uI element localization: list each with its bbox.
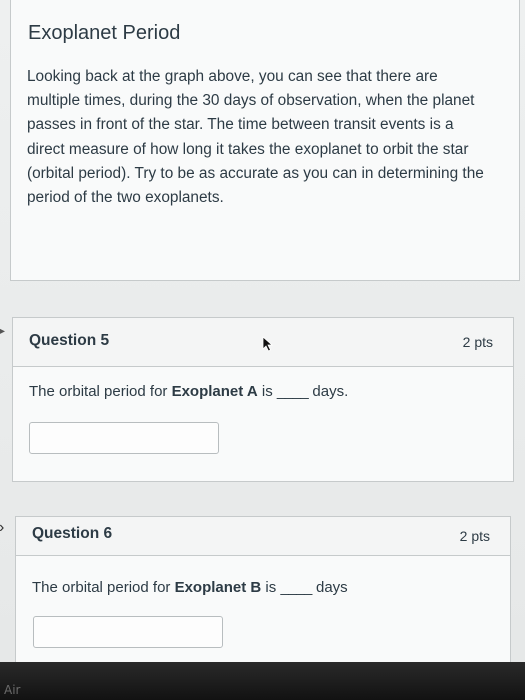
chevron-right-icon: › (0, 519, 4, 537)
intro-line: period of the two exoplanets. (27, 189, 224, 207)
question-text-middle: is (257, 383, 277, 400)
intro-line: multiple times, during the 30 days of ob… (27, 92, 475, 110)
intro-line: Looking back at the graph above, you can… (27, 68, 438, 85)
question-text-suffix: days (311, 579, 348, 596)
intro-line: (orbital period). Try to be as accurate … (27, 164, 484, 182)
question-text: The orbital period for Exoplanet B is __… (32, 579, 348, 596)
intro-paragraph: Looking back at the graph above, you can… (27, 65, 497, 210)
points-label: 2 pts (459, 528, 490, 544)
question-subject: Exoplanet B (174, 579, 262, 596)
points-label: 2 pts (462, 334, 493, 350)
question-title: Question 6 (32, 525, 113, 542)
answer-input[interactable] (29, 422, 219, 454)
question-marker-icon: ▸ (0, 322, 6, 338)
laptop-bezel (0, 662, 525, 700)
question-text: The orbital period for Exoplanet A is __… (29, 383, 348, 400)
browser-screen: Exoplanet Period Looking back at the gra… (0, 0, 525, 668)
section-title: Exoplanet Period (28, 22, 181, 44)
answer-blank: ____ (276, 383, 309, 400)
intro-card: Exoplanet Period Looking back at the gra… (10, 0, 520, 281)
question-text-middle: is (261, 579, 281, 596)
mouse-cursor-icon (262, 336, 274, 352)
question-text-prefix: The orbital period for (29, 383, 172, 400)
intro-line: direct measure of how long it takes the … (27, 140, 469, 158)
bezel-label: Air (4, 683, 21, 697)
intro-line: passes in front of the star. The time be… (27, 116, 454, 134)
answer-input[interactable] (33, 616, 223, 648)
question-6-card: Question 6 2 pts The orbital period for … (15, 516, 511, 668)
question-text-prefix: The orbital period for (32, 579, 175, 596)
answer-blank: ____ (280, 579, 312, 596)
question-subject: Exoplanet A (171, 383, 258, 400)
question-text-suffix: days. (308, 383, 349, 400)
question-header: Question 6 2 pts (16, 517, 510, 556)
question-title: Question 5 (29, 332, 110, 349)
